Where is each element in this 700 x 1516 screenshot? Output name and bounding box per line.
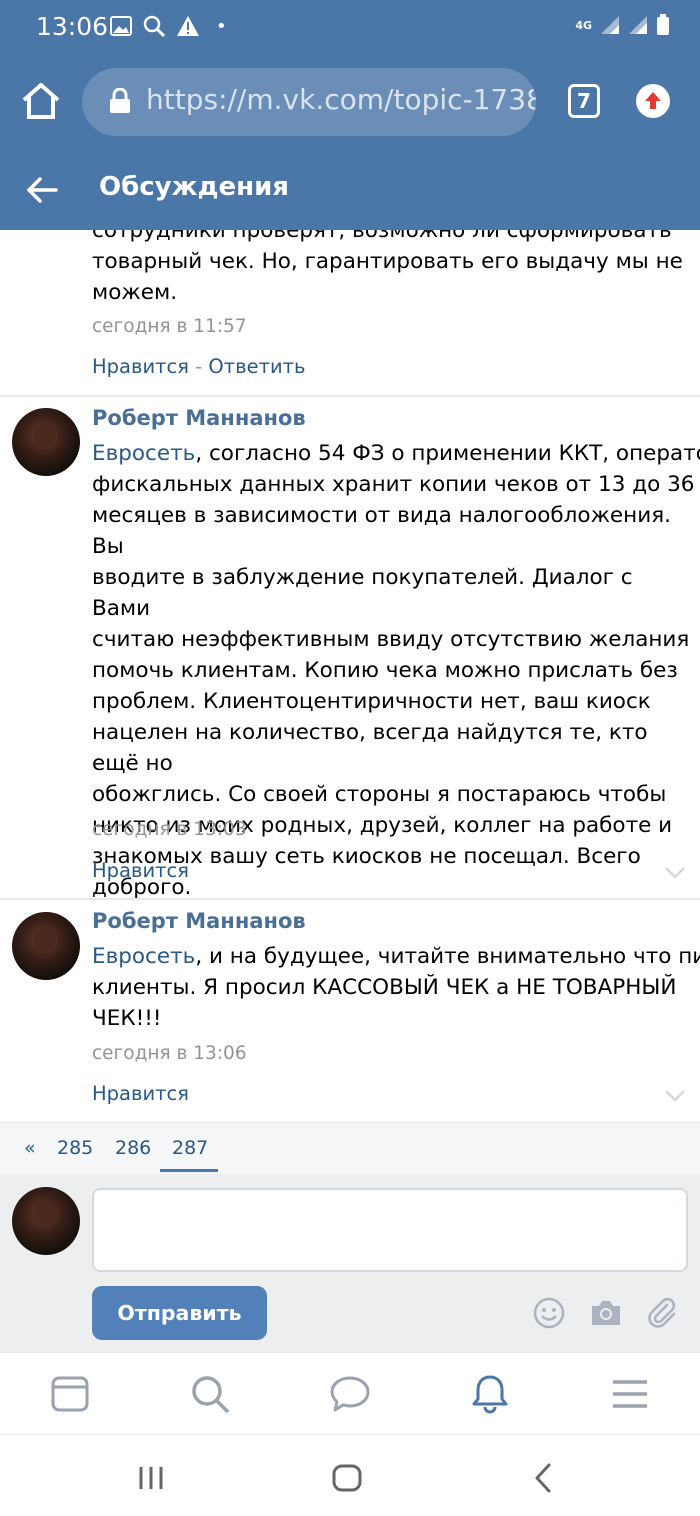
avatar[interactable]: [12, 408, 80, 476]
pagination: « 285 286 287: [0, 1122, 700, 1174]
discussion-feed[interactable]: сотрудники проверят, возможно ли сформир…: [0, 230, 700, 1174]
comment-line: , согласно 54 ФЗ о применении ККТ, опера…: [195, 441, 700, 466]
active-page-indicator: [160, 1169, 218, 1172]
pager-page[interactable]: 286: [115, 1137, 151, 1159]
comment-time: сегодня в 13:03: [92, 819, 247, 840]
url-text: https://m.vk.com/topic-1738: [146, 83, 536, 116]
divider: [0, 898, 700, 900]
like-link[interactable]: Нравится: [92, 859, 189, 882]
signal-icon-2: [629, 16, 647, 34]
network-label: 4G: [575, 18, 592, 32]
comment-time: сегодня в 13:06: [92, 1043, 247, 1064]
comment-line: фискальных данных хранит копии чеков от …: [92, 472, 695, 497]
camera-icon[interactable]: [589, 1296, 623, 1330]
reply-link[interactable]: Ответить: [208, 355, 305, 378]
bottom-navigation: [0, 1352, 700, 1434]
comment-line: нацелен на количество, всегда найдутся т…: [92, 720, 648, 776]
gallery-icon: [110, 16, 132, 36]
address-bar[interactable]: https://m.vk.com/topic-1738: [82, 68, 536, 136]
smile-icon[interactable]: [532, 1296, 566, 1330]
send-button[interactable]: Отправить: [92, 1286, 267, 1340]
comment-line: вводите в заблуждение покупателей. Диало…: [92, 565, 633, 621]
notifications-bell-icon[interactable]: [469, 1373, 511, 1415]
menu-icon[interactable]: [609, 1373, 651, 1415]
recent-apps-icon[interactable]: [134, 1461, 168, 1495]
search-icon[interactable]: [189, 1373, 231, 1415]
warning-icon: [177, 16, 199, 36]
mention-link[interactable]: Евросеть: [92, 441, 195, 466]
signal-icon: [601, 16, 619, 34]
divider: [0, 395, 700, 397]
comment-line: обожглись. Со своей стороны я постараюсь…: [92, 782, 667, 807]
comment-line: проблем. Клиентоцентиричности нет, ваш к…: [92, 689, 651, 714]
avatar: [12, 1187, 80, 1255]
avatar[interactable]: [12, 912, 80, 980]
comment-line: месяцев в зависимости от вида налогообло…: [92, 503, 671, 559]
attach-icon[interactable]: [645, 1296, 679, 1330]
page-header: Обсуждения: [0, 150, 700, 230]
arrow-up-icon: [645, 92, 661, 109]
comment: сотрудники проверят, возможно ли сформир…: [92, 230, 692, 308]
update-button[interactable]: [636, 84, 670, 118]
status-bar: 13:06 • 4G: [0, 0, 700, 54]
search-icon: [143, 15, 166, 38]
comment-line: товарный чек. Но, гарантировать его выда…: [92, 249, 683, 274]
like-link[interactable]: Нравится: [92, 355, 189, 378]
dot-icon: •: [216, 15, 227, 37]
home-button-icon[interactable]: [330, 1461, 364, 1495]
comment-composer: Отправить: [0, 1174, 700, 1352]
browser-toolbar: https://m.vk.com/topic-1738 7: [0, 54, 700, 150]
pager-prev[interactable]: «: [24, 1137, 36, 1159]
like-link[interactable]: Нравится: [92, 1082, 189, 1105]
tabs-button[interactable]: 7: [568, 84, 600, 118]
comment-line: , и на будущее, читайте внимательно что …: [195, 944, 700, 969]
comment-line: помочь клиентам. Копию чека можно присла…: [92, 658, 678, 683]
comment-line: можем.: [92, 280, 178, 305]
pager-page[interactable]: 285: [57, 1137, 93, 1159]
newsfeed-icon[interactable]: [49, 1373, 91, 1415]
comment-line: считаю неэффективным ввиду отсутствию же…: [92, 627, 690, 652]
comment: Евросеть, и на будущее, читайте внимател…: [92, 941, 700, 1034]
mention-link[interactable]: Евросеть: [92, 944, 195, 969]
comment-time: сегодня в 11:57: [92, 316, 247, 337]
chevron-down-icon[interactable]: [664, 866, 686, 880]
page-title: Обсуждения: [99, 172, 289, 202]
system-navigation-bar: [0, 1434, 700, 1516]
back-icon[interactable]: [527, 1461, 561, 1495]
home-icon[interactable]: [20, 80, 62, 122]
comment-line: клиенты. Я просил КАССОВЫЙ ЧЕК а НЕ ТОВА…: [92, 975, 677, 1000]
battery-icon: [657, 14, 669, 35]
messages-icon[interactable]: [329, 1373, 371, 1415]
author-name[interactable]: Роберт Маннанов: [92, 909, 306, 933]
separator: -: [188, 355, 209, 378]
comment-line: ЧЕК!!!: [92, 1006, 162, 1031]
lock-icon: [110, 88, 130, 113]
back-arrow-icon[interactable]: [24, 172, 60, 208]
comment-line: сотрудники проверят, возможно ли сформир…: [92, 230, 672, 243]
pager-page-active[interactable]: 287: [172, 1137, 208, 1159]
author-name[interactable]: Роберт Маннанов: [92, 406, 306, 430]
status-time: 13:06: [36, 12, 109, 41]
chevron-down-icon[interactable]: [664, 1089, 686, 1103]
comment-input[interactable]: [92, 1188, 688, 1272]
